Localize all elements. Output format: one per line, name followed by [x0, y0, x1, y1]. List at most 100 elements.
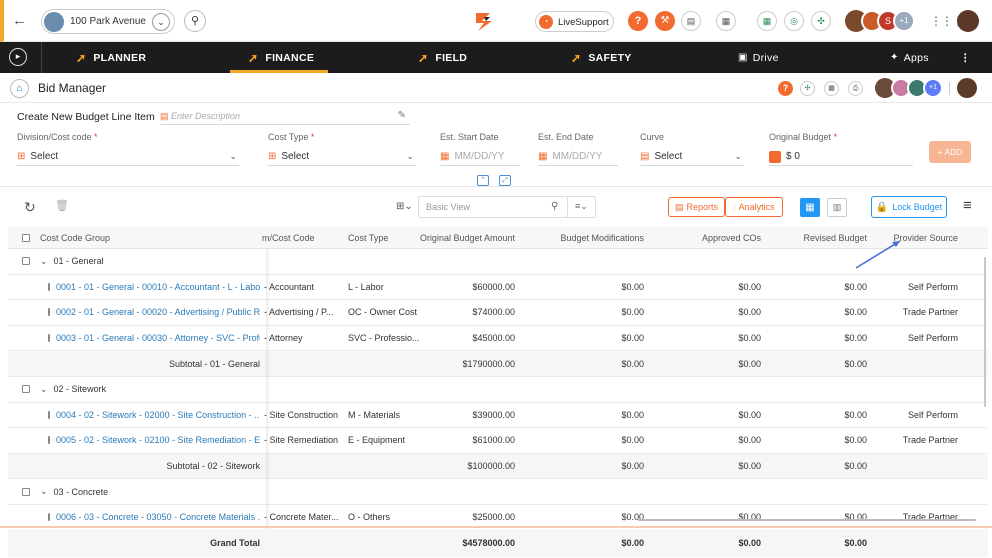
forms-icon[interactable]: ▦ [716, 11, 736, 31]
chevron-down-icon[interactable]: ⌄ [40, 256, 48, 267]
row-checkbox[interactable] [48, 334, 50, 343]
row-checkbox[interactable] [48, 282, 50, 291]
view-search-input[interactable]: Basic View ⚲ ≡⌄ [418, 196, 596, 218]
table-row[interactable]: 0004 - 02 - Sitework - 02000 - Site Cons… [8, 403, 988, 429]
page-forms-icon[interactable]: ▦ [824, 81, 839, 96]
tab-finance[interactable]: ➚ FINANCE [248, 42, 314, 73]
group-checkbox[interactable] [22, 257, 30, 266]
approved-cos-cell: $0.00 [738, 307, 761, 318]
view-search-placeholder: Basic View [426, 202, 470, 212]
group-row[interactable]: ⌄ 01 - General [8, 249, 988, 275]
page-integration-icon[interactable]: ✣ [800, 81, 815, 96]
wrench-icon[interactable]: ⚒ [655, 11, 675, 31]
profile-avatar[interactable] [957, 10, 979, 32]
subtotal-row: Subtotal - 01 - General $1790000.00 $0.00 $… [8, 351, 988, 377]
select-all-checkbox[interactable] [22, 233, 30, 242]
approved-cos-cell: $0.00 [738, 435, 761, 446]
header-approved-cos[interactable]: Approved COs [648, 227, 761, 248]
page-profile-avatar[interactable] [957, 78, 977, 98]
chevron-down-icon[interactable]: ⌄ [40, 384, 48, 395]
view-options-icon[interactable]: ⊞⌄ [396, 201, 413, 212]
home-icon[interactable]: ⌂ [10, 79, 29, 98]
cost-code-link[interactable]: 0001 - 01 - General - 00010 - Accountant… [56, 282, 260, 292]
header-cost-code[interactable]: m/Cost Code [262, 227, 342, 248]
more-users-badge[interactable]: +1 [893, 10, 915, 32]
row-checkbox[interactable] [48, 410, 50, 419]
tab-planner[interactable]: ➚ PLANNER [76, 42, 146, 73]
cost-code-cell[interactable]: 0002 - 01 - General - 00020 - Advertisin… [48, 300, 260, 325]
end-date-input[interactable]: ▦ MM/DD/YY [538, 148, 618, 166]
chevron-down-icon[interactable]: ⌄ [40, 486, 48, 497]
grid-view-icon[interactable]: ▦ [800, 198, 820, 217]
cost-code-link[interactable]: 0003 - 01 - General - 00030 - Attorney -… [56, 333, 260, 343]
table-row[interactable]: 0002 - 01 - General - 00020 - Advertisin… [8, 300, 988, 326]
project-selector[interactable]: 100 Park Avenue ⌄ [41, 9, 175, 34]
table-row[interactable]: 0005 - 02 - Sitework - 02100 - Site Reme… [8, 428, 988, 454]
collapse-form-icon[interactable]: ⌃ [477, 175, 489, 186]
spreadsheet-icon[interactable]: ▦ [757, 11, 777, 31]
edit-pencil-icon[interactable]: ✎ [398, 110, 406, 121]
group-checkbox[interactable] [22, 385, 30, 394]
document-icon[interactable]: ▤ [681, 11, 701, 31]
tab-field[interactable]: ➚ FIELD [418, 42, 467, 73]
cost-code-link[interactable]: 0002 - 01 - General - 00020 - Advertisin… [56, 307, 260, 317]
page-help-icon[interactable]: ? [778, 81, 793, 96]
cost-code-cell[interactable]: 0003 - 01 - General - 00030 - Attorney -… [48, 326, 260, 351]
cost-code-cell[interactable]: 0004 - 02 - Sitework - 02000 - Site Cons… [48, 403, 260, 428]
horizontal-scrollbar[interactable] [638, 519, 976, 521]
group-checkbox[interactable] [22, 487, 30, 496]
header-original-budget[interactable]: Original Budget Amount [408, 227, 515, 248]
chart-view-icon[interactable]: ▥ [827, 198, 847, 217]
description-placeholder: Enter Description [171, 111, 241, 121]
cost-code-cell[interactable]: 0001 - 01 - General - 00010 - Accountant… [48, 275, 260, 300]
analytics-button[interactable]: ⫶ Analytics [725, 197, 783, 217]
table-row[interactable]: 0001 - 01 - General - 00010 - Accountant… [8, 275, 988, 301]
filter-icon[interactable]: ≡⌄ [575, 201, 588, 212]
search-icon[interactable]: ⚲ [184, 10, 206, 32]
header-cost-code-group[interactable]: Cost Code Group [22, 227, 252, 248]
original-budget-input[interactable]: $ 0 [769, 148, 913, 166]
drive-label: Drive [752, 51, 779, 64]
row-checkbox[interactable] [48, 436, 50, 445]
refresh-icon[interactable]: ↻ [24, 199, 36, 216]
curve-select[interactable]: ▤ Select ⌄ [640, 148, 744, 166]
row-checkbox[interactable] [48, 308, 50, 317]
drive-link[interactable]: ▣ Drive [738, 42, 779, 73]
back-arrow-icon[interactable]: ← [12, 12, 27, 29]
lock-budget-label: Lock Budget [892, 202, 943, 212]
nav-toggle-icon[interactable]: ▸ [9, 48, 27, 66]
cost-type-select[interactable]: ⊞ Select ⌄ [268, 148, 416, 166]
cost-code-link[interactable]: 0006 - 03 - Concrete - 03050 - Concrete … [56, 512, 260, 522]
group-row[interactable]: ⌄ 02 - Sitework [8, 377, 988, 403]
cost-code-cell[interactable]: 0005 - 02 - Sitework - 02100 - Site Reme… [48, 428, 260, 453]
table-row[interactable]: 0003 - 01 - General - 00030 - Attorney -… [8, 326, 988, 352]
header-budget-modifications[interactable]: Budget Modifications [518, 227, 644, 248]
division-select[interactable]: ⊞ Select ⌄ [17, 148, 239, 166]
trash-icon[interactable]: 🗑 [55, 199, 69, 212]
expand-icon[interactable]: ⤢ [499, 175, 511, 186]
nav-more-icon[interactable]: ⋮ [960, 42, 971, 73]
live-support-button[interactable]: ◔ LiveSupport [535, 11, 614, 32]
live-support-label: LiveSupport [558, 17, 609, 28]
apps-link[interactable]: ✦ Apps [890, 42, 929, 73]
cost-code-link[interactable]: 0004 - 02 - Sitework - 02000 - Site Cons… [56, 410, 260, 420]
row-checkbox[interactable] [48, 513, 50, 522]
menu-icon[interactable]: ≡ [963, 197, 972, 214]
add-button[interactable]: + ADD [929, 141, 971, 163]
subtotal-revised: $0.00 [844, 358, 867, 369]
team-more-badge[interactable]: +1 [923, 78, 943, 98]
vertical-scrollbar[interactable] [984, 257, 986, 407]
reports-button[interactable]: ▤ Reports [668, 197, 725, 217]
cost-code-link[interactable]: 0005 - 02 - Sitework - 02100 - Site Reme… [56, 435, 260, 445]
page-print-icon[interactable]: ⎙ [848, 81, 863, 96]
integration-icon[interactable]: ✣ [811, 11, 831, 31]
tab-safety[interactable]: ➚ SAFETY [571, 42, 632, 73]
group-row[interactable]: ⌄ 03 - Concrete [8, 479, 988, 505]
start-date-input[interactable]: ▦ MM/DD/YY [440, 148, 520, 166]
help-icon[interactable]: ? [628, 11, 648, 31]
search-icon[interactable]: ⚲ [551, 201, 558, 212]
lock-budget-button[interactable]: 🔒 Lock Budget [871, 196, 947, 218]
chevron-down-icon[interactable]: ⌄ [152, 13, 170, 31]
description-input[interactable]: ▤ Enter Description ✎ [160, 107, 410, 125]
chat-icon[interactable]: ◎ [784, 11, 804, 31]
